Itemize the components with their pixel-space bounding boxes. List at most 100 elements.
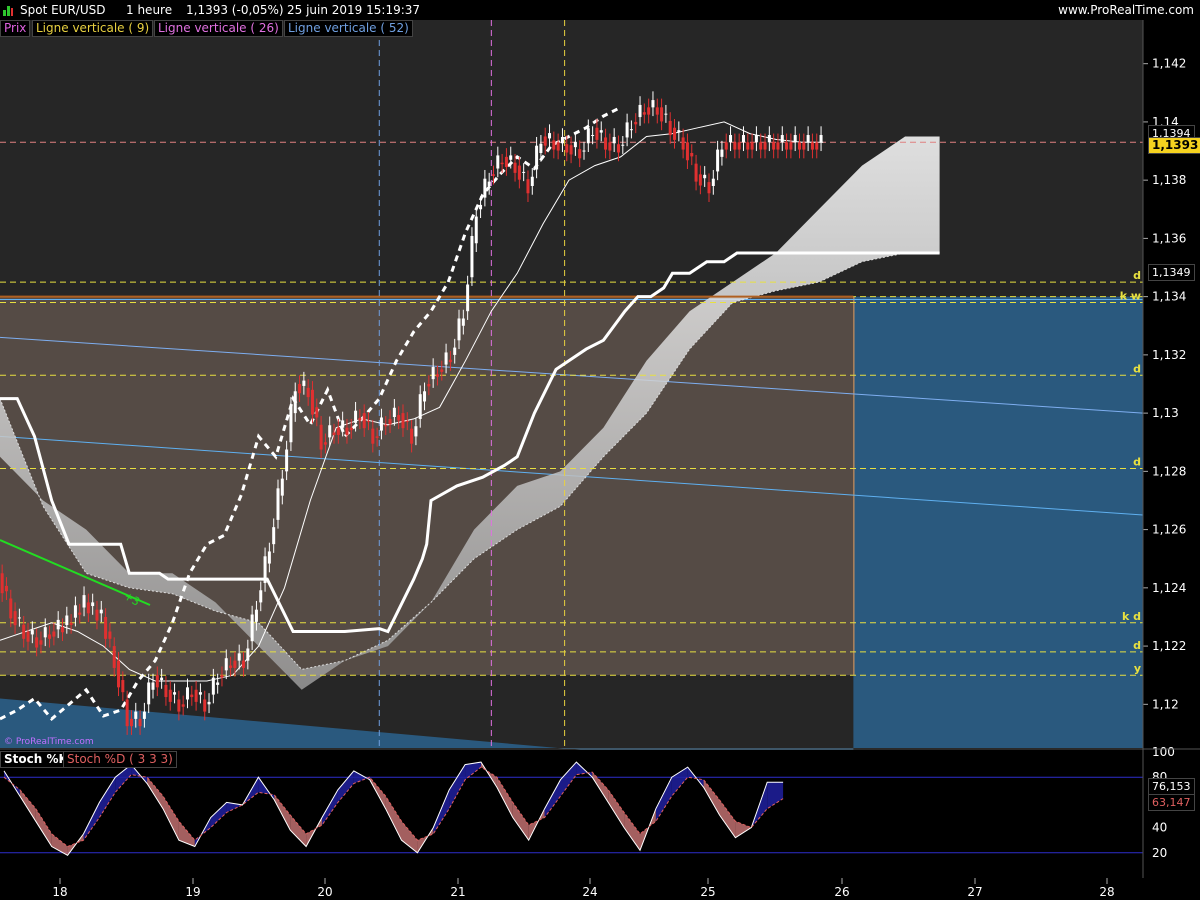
candle-body[interactable] — [211, 677, 215, 695]
candle-body[interactable] — [655, 107, 659, 115]
candle-body[interactable] — [52, 631, 56, 637]
candle-body[interactable] — [267, 551, 271, 564]
candle-body[interactable] — [125, 699, 129, 727]
candle-body[interactable] — [371, 428, 375, 444]
candle-body[interactable] — [345, 427, 349, 435]
candle-body[interactable] — [793, 135, 797, 143]
candle-body[interactable] — [491, 174, 495, 176]
candle-body[interactable] — [35, 637, 39, 648]
candle-body[interactable] — [496, 155, 500, 169]
candle-body[interactable] — [185, 687, 189, 700]
candle-body[interactable] — [354, 410, 358, 423]
candle-body[interactable] — [293, 391, 297, 414]
candle-body[interactable] — [767, 135, 771, 143]
candle-body[interactable] — [173, 692, 177, 695]
candle-body[interactable] — [664, 113, 668, 115]
candle-body[interactable] — [673, 127, 677, 140]
candle-body[interactable] — [741, 135, 745, 143]
candle-body[interactable] — [392, 407, 396, 418]
candle-body[interactable] — [703, 174, 707, 179]
candle-body[interactable] — [582, 150, 586, 152]
candle-body[interactable] — [681, 137, 685, 150]
candle-body[interactable] — [733, 142, 737, 150]
candle-body[interactable] — [543, 136, 547, 146]
candle-body[interactable] — [151, 682, 155, 690]
candle-body[interactable] — [362, 413, 366, 429]
candle-body[interactable] — [198, 692, 202, 695]
candle-body[interactable] — [181, 704, 185, 707]
candle-body[interactable] — [802, 142, 806, 150]
candle-body[interactable] — [375, 436, 379, 438]
candle-body[interactable] — [638, 104, 642, 118]
candle-body[interactable] — [625, 122, 629, 138]
candle-body[interactable] — [190, 694, 194, 698]
candle-body[interactable] — [237, 653, 241, 661]
candle-body[interactable] — [720, 149, 724, 157]
candle-body[interactable] — [677, 130, 681, 133]
candle-body[interactable] — [323, 442, 327, 445]
candle-body[interactable] — [599, 130, 603, 133]
candle-body[interactable] — [306, 387, 310, 398]
candle-body[interactable] — [315, 407, 319, 418]
legend-price[interactable]: Prix — [0, 20, 31, 37]
stoch-k-title[interactable]: Stoch %K — [0, 751, 72, 768]
candle-body[interactable] — [319, 424, 323, 450]
candle-body[interactable] — [595, 127, 599, 140]
candle-body[interactable] — [548, 133, 552, 139]
candle-body[interactable] — [289, 405, 293, 443]
candle-body[interactable] — [4, 585, 8, 592]
candle-body[interactable] — [746, 142, 750, 150]
candle-body[interactable] — [388, 418, 392, 425]
candle-body[interactable] — [117, 660, 121, 688]
candle-body[interactable] — [440, 369, 444, 372]
candle-body[interactable] — [246, 648, 250, 661]
candle-body[interactable] — [556, 142, 560, 151]
candle-body[interactable] — [328, 425, 332, 438]
candle-body[interactable] — [772, 142, 776, 150]
candle-body[interactable] — [616, 144, 620, 153]
candle-body[interactable] — [461, 318, 465, 326]
candle-body[interactable] — [711, 178, 715, 186]
candle-body[interactable] — [17, 617, 21, 619]
candle-body[interactable] — [604, 137, 608, 150]
candle-body[interactable] — [651, 100, 655, 108]
candle-body[interactable] — [280, 478, 284, 496]
candle-body[interactable] — [552, 140, 556, 150]
candle-body[interactable] — [565, 144, 569, 153]
candle-body[interactable] — [147, 682, 151, 705]
candle-body[interactable] — [668, 120, 672, 136]
candle-body[interactable] — [155, 675, 159, 688]
candle-body[interactable] — [806, 135, 810, 143]
candle-body[interactable] — [48, 634, 52, 639]
candle-body[interactable] — [30, 630, 34, 635]
candle-body[interactable] — [754, 135, 758, 143]
candle-body[interactable] — [73, 605, 77, 618]
candle-body[interactable] — [612, 136, 616, 144]
candle-body[interactable] — [86, 602, 90, 614]
legend-vline52[interactable]: Ligne verticale ( 52) — [284, 20, 413, 37]
candle-body[interactable] — [138, 718, 142, 727]
candle-body[interactable] — [457, 318, 461, 341]
candle-body[interactable] — [298, 384, 302, 394]
candle-body[interactable] — [56, 619, 60, 630]
candle-body[interactable] — [367, 420, 371, 422]
candle-body[interactable] — [177, 699, 181, 712]
candle-body[interactable] — [91, 602, 95, 607]
candle-body[interactable] — [302, 380, 306, 386]
candle-body[interactable] — [336, 427, 340, 435]
candle-body[interactable] — [414, 426, 418, 437]
candle-body[interactable] — [694, 163, 698, 182]
candle-body[interactable] — [129, 718, 133, 727]
candle-body[interactable] — [724, 142, 728, 150]
candle-body[interactable] — [647, 107, 651, 115]
candle-body[interactable] — [470, 235, 474, 278]
candle-body[interactable] — [685, 142, 689, 161]
candle-body[interactable] — [78, 612, 82, 615]
candle-body[interactable] — [763, 142, 767, 150]
candle-body[interactable] — [69, 622, 73, 625]
candle-body[interactable] — [504, 156, 508, 168]
candle-body[interactable] — [310, 389, 314, 415]
candle-body[interactable] — [698, 174, 702, 186]
candle-body[interactable] — [134, 711, 138, 719]
candle-body[interactable] — [9, 598, 13, 619]
